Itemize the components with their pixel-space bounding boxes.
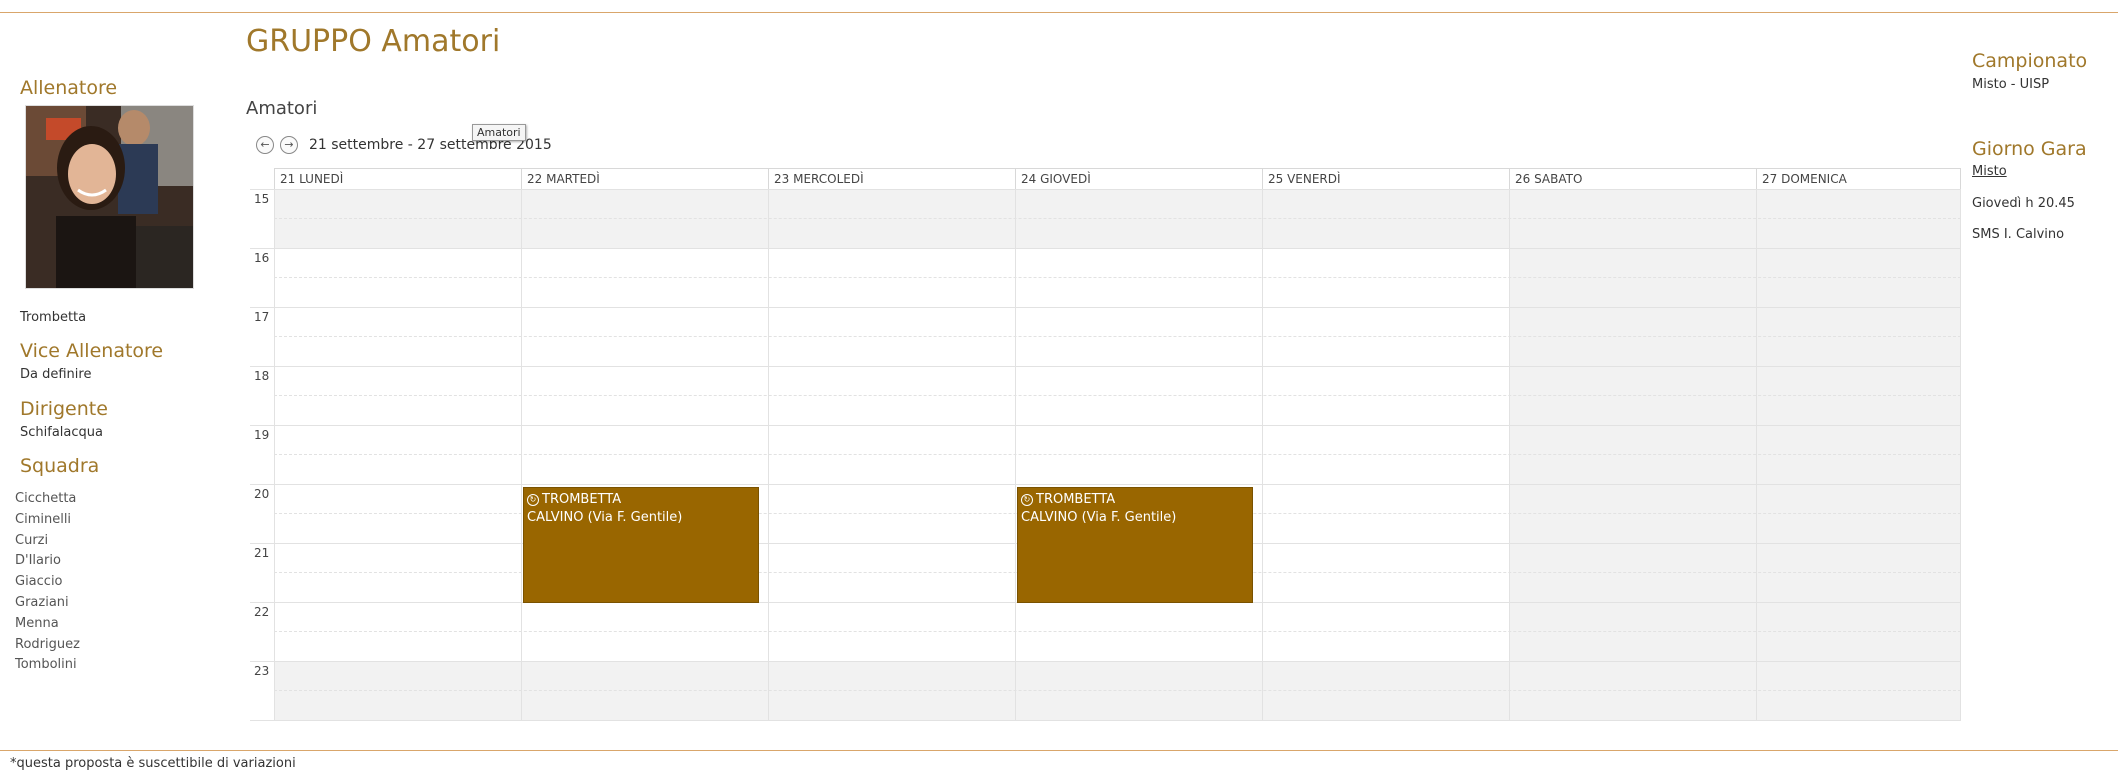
squad-title: Squadra [20,455,100,477]
half-hour-line [274,631,1961,632]
hour-line [250,720,1961,721]
arrow-left-icon: ← [260,138,270,151]
hour-row: 15 [250,189,1961,248]
arrow-right-icon: → [284,138,294,151]
vice-coach-value: Da definire [20,367,92,382]
coach-title: Allenatore [20,77,118,99]
week-calendar: 21 LUNEDÌ 22 MARTEDÌ 23 MERCOLEDÌ 24 GIO… [250,168,1961,722]
manager-title: Dirigente [20,398,108,420]
match-day-title: Giorno Gara [1972,138,2087,160]
day-header-wed[interactable]: 23 MERCOLEDÌ [768,169,1015,189]
match-day-link[interactable]: Misto [1972,164,2007,179]
footer-note: *questa proposta è suscettibile di varia… [10,756,296,771]
day-header-sat[interactable]: 26 SABATO [1509,169,1756,189]
day-header-row: 21 LUNEDÌ 22 MARTEDÌ 23 MERCOLEDÌ 24 GIO… [274,168,1961,190]
hour-row: 23 [250,661,1961,720]
hour-line [250,189,1961,190]
event-location: CALVINO (Via F. Gentile) [527,510,683,525]
half-hour-line [274,336,1961,337]
half-hour-line [274,690,1961,691]
hour-label: 16 [254,251,270,265]
top-divider [0,12,2118,13]
hour-label: 17 [254,310,270,324]
hour-line [250,425,1961,426]
next-week-button[interactable]: → [280,136,298,154]
event-location: CALVINO (Via F. Gentile) [1021,510,1177,525]
list-item: Graziani [15,594,69,610]
hour-row: 16 [250,248,1961,307]
squad-list: Cicchetta Ciminelli Curzi D'Ilario Giacc… [15,489,80,676]
prev-week-button[interactable]: ← [256,136,274,154]
championship-title: Campionato [1972,50,2088,72]
list-item: Ciminelli [15,511,72,527]
hour-line [250,661,1961,662]
list-item: Menna [15,615,59,631]
list-item: Rodriguez [15,636,80,652]
tooltip: Amatori [472,124,526,141]
hour-row: 17 [250,307,1961,366]
calendar-name: Amatori [246,98,318,119]
event-thursday[interactable]: ↻ TROMBETTA CALVINO (Via F. Gentile) [1017,487,1253,603]
hour-row: 18 [250,366,1961,425]
hour-label: 20 [254,487,270,501]
list-item: Curzi [15,532,49,548]
list-item: Tombolini [15,657,77,673]
recurring-icon: ↻ [1021,493,1033,506]
hour-label: 15 [254,192,270,206]
coach-name: Trombetta [20,310,87,325]
hour-label: 22 [254,605,270,619]
hour-line [250,484,1961,485]
day-header-tue[interactable]: 22 MARTEDÌ [521,169,768,189]
day-header-mon[interactable]: 21 LUNEDÌ [274,169,521,189]
coach-photo-image [26,106,193,288]
half-hour-line [274,454,1961,455]
hour-row: 19 [250,425,1961,484]
list-item: Cicchetta [15,491,77,506]
hour-line [250,366,1961,367]
event-title: TROMBETTA [542,492,622,507]
hour-label: 21 [254,546,270,560]
day-header-sun[interactable]: 27 DOMENICA [1756,169,1961,189]
hour-row: 22 [250,602,1961,661]
hour-label: 23 [254,664,270,678]
list-item: D'Ilario [15,553,61,569]
match-venue: SMS I. Calvino [1972,227,2065,242]
day-header-thu[interactable]: 24 GIOVEDÌ [1015,169,1262,189]
vice-coach-title: Vice Allenatore [20,340,164,362]
team-staff-panel: Allenatore Trombetta Vice Allenatore Da … [0,0,240,740]
manager-value: Schifalacqua [20,425,103,440]
bottom-divider [0,750,2118,751]
event-tuesday[interactable]: ↻ TROMBETTA CALVINO (Via F. Gentile) [523,487,759,603]
event-title: TROMBETTA [1036,492,1116,507]
match-time: Giovedì h 20.45 [1972,196,2075,211]
half-hour-line [274,277,1961,278]
recurring-icon: ↻ [527,493,539,506]
half-hour-line [274,395,1961,396]
hour-line [250,248,1961,249]
half-hour-line [274,218,1961,219]
championship-value: Misto - UISP [1972,77,2050,92]
coach-photo [25,105,194,289]
hour-label: 18 [254,369,270,383]
hour-label: 19 [254,428,270,442]
list-item: Giaccio [15,574,63,590]
page-title: GRUPPO Amatori [246,24,501,59]
hour-line [250,307,1961,308]
day-header-fri[interactable]: 25 VENERDÌ [1262,169,1509,189]
